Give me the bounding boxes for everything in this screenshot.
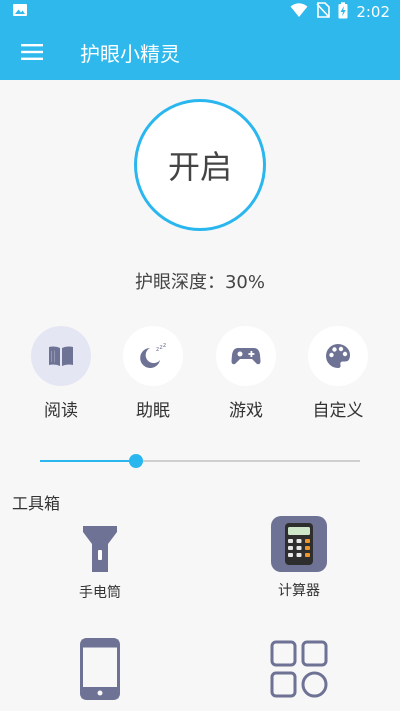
image-icon <box>12 2 28 22</box>
depth-label: 护眼深度： <box>134 272 225 293</box>
tool-flashlight[interactable]: 手电筒 <box>40 524 160 602</box>
status-time: 2:02 <box>356 3 390 21</box>
slider-thumb[interactable] <box>129 454 143 468</box>
mode-reading[interactable]: 阅读 <box>21 326 101 421</box>
mode-game-circle[interactable] <box>216 326 276 386</box>
mode-custom-label: 自定义 <box>312 401 364 421</box>
mode-game-label: 游戏 <box>229 401 263 421</box>
flashlight-icon <box>83 526 117 572</box>
mode-game[interactable]: 游戏 <box>206 326 286 421</box>
mode-sleep[interactable]: z z z 助眠 <box>113 326 193 421</box>
eye-protection-toggle[interactable]: 开启 <box>134 99 266 231</box>
tool-calculator-label: 计算器 <box>278 583 320 599</box>
toolbox-title: 工具箱 <box>12 494 61 513</box>
svg-text:z: z <box>163 342 166 349</box>
mode-custom-circle[interactable] <box>308 326 368 386</box>
gamepad-icon <box>231 348 261 365</box>
tool-calculator[interactable]: 计算器 <box>239 516 359 600</box>
menu-icon[interactable] <box>0 24 64 80</box>
mode-reading-circle[interactable] <box>31 326 91 386</box>
phone-icon <box>80 638 120 700</box>
apps-grid-icon <box>270 640 328 698</box>
book-icon <box>49 346 73 366</box>
tool-apps[interactable] <box>239 640 359 706</box>
mode-reading-label: 阅读 <box>44 401 78 421</box>
wifi-icon <box>290 2 308 22</box>
tool-flashlight-label: 手电筒 <box>79 585 121 601</box>
battery-charging-icon <box>338 1 348 23</box>
depth-slider[interactable] <box>40 453 360 469</box>
mode-sleep-label: 助眠 <box>136 401 170 421</box>
mode-custom[interactable]: 自定义 <box>298 326 378 421</box>
slider-fill <box>40 460 136 462</box>
toggle-button[interactable]: 开启 <box>134 99 266 231</box>
app-bar: 护眼小精灵 <box>0 24 400 80</box>
status-bar: 2:02 <box>0 0 400 24</box>
protection-depth: 护眼深度：30% <box>0 268 400 294</box>
palette-icon <box>326 344 350 368</box>
moon-sleep-icon: z z z <box>140 342 166 368</box>
toggle-label: 开启 <box>167 148 232 186</box>
calculator-icon <box>271 516 327 572</box>
mode-sleep-circle[interactable]: z z z <box>123 326 183 386</box>
mode-selector: 阅读 z z z 助眠 游戏 自定义 <box>0 326 400 426</box>
no-sim-icon <box>316 2 331 22</box>
app-title: 护眼小精灵 <box>80 41 180 66</box>
depth-value: 30% <box>224 272 265 293</box>
tool-phone[interactable] <box>40 638 160 708</box>
